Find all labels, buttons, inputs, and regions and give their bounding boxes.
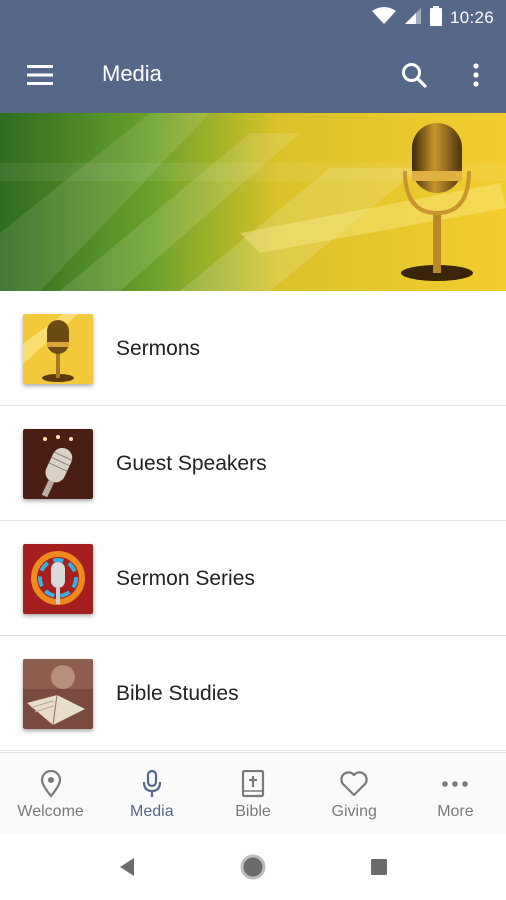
media-list: Sermons Guest Speakers Sermon Series Bib… <box>0 291 506 751</box>
nav-item-giving[interactable]: Giving <box>304 753 405 834</box>
microphone-icon <box>141 769 163 799</box>
bottom-nav: Welcome Media Bible Giving More <box>0 752 506 834</box>
list-item[interactable]: Sermon Series <box>0 521 506 636</box>
nav-item-welcome[interactable]: Welcome <box>0 753 101 834</box>
nav-item-bible[interactable]: Bible <box>202 753 303 834</box>
back-triangle-icon[interactable] <box>110 850 144 884</box>
list-item-label: Bible Studies <box>116 682 239 705</box>
nav-item-media[interactable]: Media <box>101 753 202 834</box>
list-item[interactable]: Guest Speakers <box>0 406 506 521</box>
open-bible-thumbnail <box>23 659 93 729</box>
list-item[interactable]: Bible Studies <box>0 636 506 751</box>
wifi-icon <box>371 6 396 30</box>
nav-label: Giving <box>331 803 377 820</box>
nav-label: Welcome <box>17 803 84 820</box>
microphone-banner <box>0 113 506 291</box>
signal-icon <box>404 7 422 30</box>
nav-label: Media <box>130 803 174 820</box>
recents-square-icon[interactable] <box>362 850 396 884</box>
location-pin-icon <box>40 769 62 799</box>
vintage-microphone-thumbnail <box>23 429 93 499</box>
list-item-label: Guest Speakers <box>116 452 267 475</box>
overflow-menu-icon[interactable] <box>454 53 498 97</box>
system-nav-bar <box>0 834 506 900</box>
more-dots-icon <box>441 769 469 799</box>
golden-microphone-thumbnail <box>23 314 93 384</box>
heart-icon <box>339 769 369 799</box>
microphone-splash-thumbnail <box>23 544 93 614</box>
nav-label: More <box>437 803 474 820</box>
battery-icon <box>429 5 442 31</box>
hamburger-menu-icon[interactable] <box>18 53 62 97</box>
list-item-label: Sermon Series <box>116 567 255 590</box>
nav-item-more[interactable]: More <box>405 753 506 834</box>
list-item[interactable]: Sermons <box>0 291 506 406</box>
bible-book-icon <box>241 769 265 799</box>
home-circle-icon[interactable] <box>236 850 270 884</box>
app-bar: Media <box>0 36 506 113</box>
status-bar: 10:26 <box>0 0 506 36</box>
search-icon[interactable] <box>392 53 436 97</box>
nav-label: Bible <box>235 803 271 820</box>
list-item-label: Sermons <box>116 337 201 360</box>
page-title: Media <box>102 61 162 86</box>
status-time: 10:26 <box>449 8 494 27</box>
